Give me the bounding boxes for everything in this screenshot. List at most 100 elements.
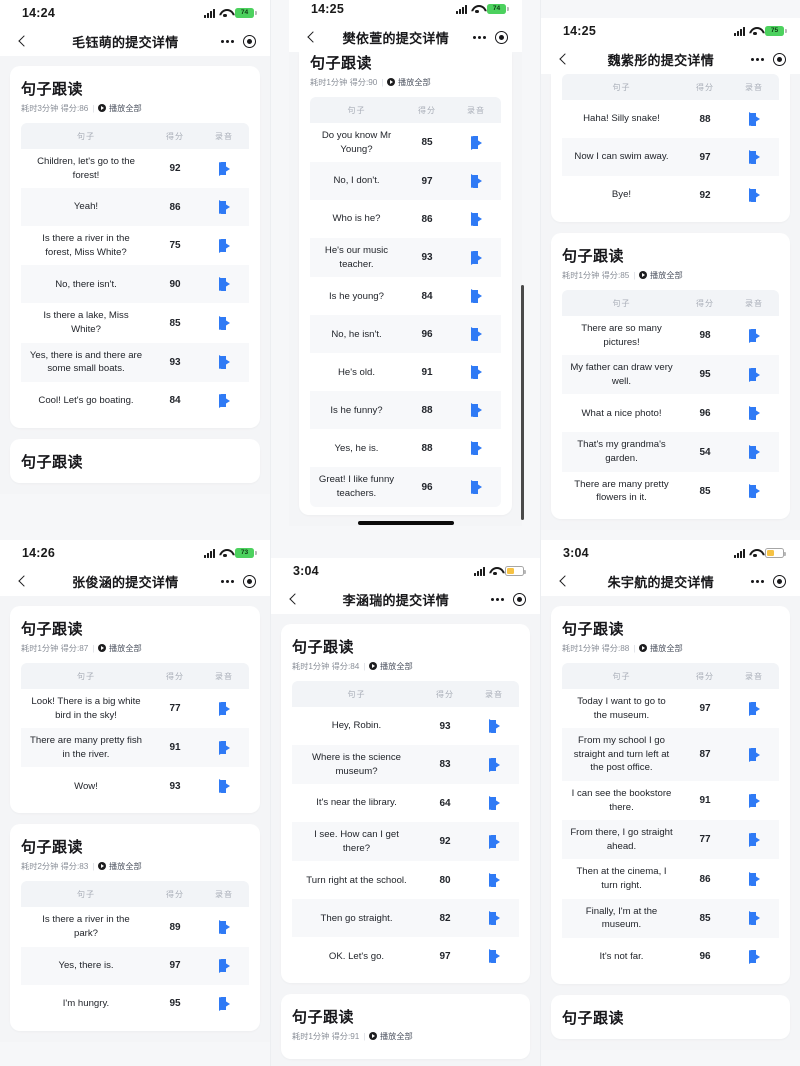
play-recording-button[interactable] [748,328,760,343]
play-recording-button[interactable] [218,161,230,176]
play-recording-button[interactable] [470,480,482,495]
row-sentence: Is there a lake, Miss White? [43,310,129,336]
target-icon[interactable] [243,574,256,588]
more-dots-icon[interactable] [220,39,234,43]
table-row: From there, I go straight ahead. 77 [562,820,779,860]
row-score: 91 [421,366,433,378]
play-recording-button[interactable] [470,403,482,418]
scroll-body[interactable]: 句子跟读 耗时1分钟 得分:87 | 播放全部 句子 得分 录音 Look! There is… [0,596,270,1031]
play-all-button[interactable]: 播放全部 [639,269,683,281]
play-recording-button[interactable] [470,135,482,150]
play-recording-button[interactable] [218,316,230,331]
target-icon[interactable] [773,52,786,66]
play-recording-button[interactable] [748,367,760,382]
play-all-button[interactable]: 播放全部 [98,102,142,114]
back-icon[interactable] [16,34,30,48]
more-dots-icon[interactable] [750,57,764,61]
header-sentence: 句子 [612,671,631,681]
play-recording-button[interactable] [470,212,482,227]
play-recording-button[interactable] [488,757,500,772]
row-sentence: Where is the science museum? [311,752,402,777]
scroll-body[interactable]: 句子 得分 录音 Haha! Silly snake! 88 Now I can swim… [541,74,800,519]
status-indicators: 74 [456,4,509,14]
play-recording-button[interactable] [748,445,760,460]
play-recording-button[interactable] [218,277,230,292]
play-recording-button[interactable] [748,188,760,202]
score-table: 句子 得分 录音 Hey, Robin. 93 Where is the science … [292,681,519,976]
play-recording-button[interactable] [218,740,230,755]
play-recording-button[interactable] [488,796,500,811]
play-all-button[interactable]: 播放全部 [98,860,142,872]
play-recording-button[interactable] [748,701,760,716]
play-all-button[interactable]: 播放全部 [369,660,413,672]
play-recording-button[interactable] [488,911,500,926]
play-recording-button[interactable] [488,834,500,849]
play-recording-button[interactable] [218,238,230,253]
play-recording-button[interactable] [488,949,500,964]
table-header-row: 句子 得分 录音 [562,663,779,689]
row-score: 92 [699,189,711,201]
play-recording-button[interactable] [748,112,760,126]
play-recording-button[interactable] [488,873,500,888]
play-recording-button[interactable] [218,779,230,794]
status-time: 3:04 [293,564,319,578]
play-recording-button[interactable] [748,793,760,808]
play-recording-button[interactable] [218,393,230,408]
play-recording-button[interactable] [748,832,760,847]
scroll-body[interactable]: 句子跟读 耗时3分钟 得分:86 | 播放全部 句子 得分 录音 Children, let'… [0,56,270,483]
play-all-button[interactable]: 播放全部 [387,76,431,88]
play-recording-button[interactable] [470,289,482,304]
play-recording-button[interactable] [470,250,482,265]
play-all-label: 播放全部 [379,662,413,671]
play-recording-button[interactable] [748,911,760,926]
play-recording-button[interactable] [470,327,482,342]
back-icon[interactable] [287,592,301,606]
play-recording-button[interactable] [218,996,230,1011]
play-recording-button[interactable] [470,174,482,189]
status-time: 14:24 [22,6,55,20]
play-recording-button[interactable] [218,958,230,973]
play-all-button[interactable]: 播放全部 [369,1030,413,1042]
nav-actions [750,52,786,66]
more-dots-icon[interactable] [750,579,764,583]
scroll-body[interactable]: 句子跟读 耗时1分钟 得分:84 | 播放全部 句子 得分 录音 Hey, Robin. 93 W… [271,614,540,1060]
back-icon[interactable] [16,574,30,588]
scroll-body[interactable]: 句子跟读 耗时1分钟 得分:90 | 播放全部 句子 得分 录音 Do you know Mr… [289,52,522,515]
play-recording-button[interactable] [218,920,230,935]
more-dots-icon[interactable] [472,35,486,39]
play-recording-button[interactable] [470,365,482,380]
more-dots-icon[interactable] [220,579,234,583]
target-icon[interactable] [513,592,526,606]
target-icon[interactable] [243,34,256,48]
row-sentence: Is he young? [329,290,384,302]
battery-icon: 73 [235,548,257,558]
play-all-button[interactable]: 播放全部 [98,642,142,654]
play-recording-button[interactable] [748,484,760,499]
status-time: 14:25 [563,24,596,38]
play-recording-button[interactable] [748,872,760,887]
row-recording-cell [199,238,249,253]
play-recording-button[interactable] [488,719,500,733]
play-recording-button[interactable] [748,406,760,421]
play-recording-button[interactable] [748,150,760,164]
play-all-button[interactable]: 播放全部 [639,642,683,654]
back-icon[interactable] [305,30,319,44]
row-score: 86 [421,213,433,225]
play-recording-button[interactable] [218,355,230,370]
row-recording-cell [451,403,501,418]
play-recording-button[interactable] [218,200,230,215]
play-recording-button[interactable] [470,441,482,456]
vertical-scrollbar[interactable] [521,285,524,520]
play-recording-button[interactable] [218,701,230,716]
row-score: 96 [699,951,711,963]
score-table: 句子 得分 录音 Children, let's go to the forest! 9… [21,123,249,420]
header-score: 得分 [696,82,714,92]
play-recording-button[interactable] [748,747,760,762]
back-icon[interactable] [557,574,571,588]
play-recording-button[interactable] [748,949,760,964]
back-icon[interactable] [557,52,571,66]
target-icon[interactable] [495,30,508,44]
scroll-body[interactable]: 句子跟读 耗时1分钟 得分:88 | 播放全部 句子 得分 录音 Today I want t… [541,596,800,1039]
target-icon[interactable] [773,574,786,588]
more-dots-icon[interactable] [490,597,504,601]
